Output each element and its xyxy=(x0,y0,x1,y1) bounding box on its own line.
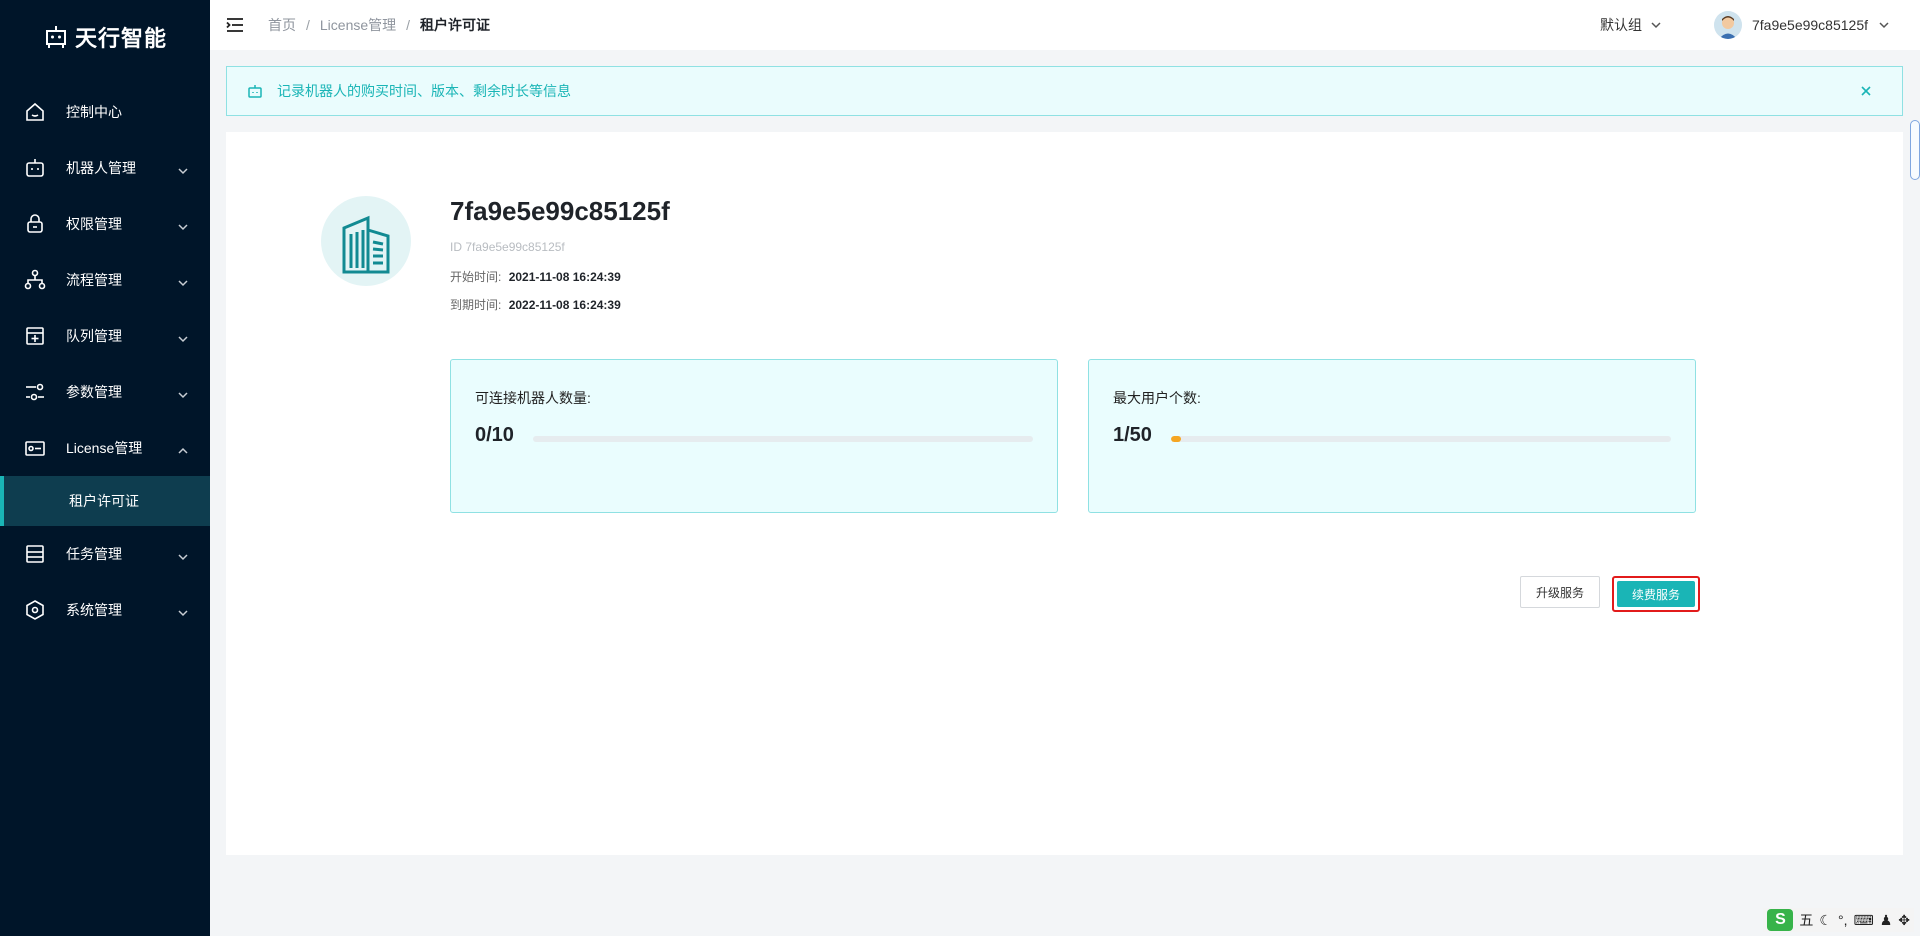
sidebar-item-robots[interactable]: 机器人管理 xyxy=(0,140,210,196)
robot-icon xyxy=(24,157,46,179)
sidebar-item-tasks[interactable]: 任务管理 xyxy=(0,526,210,582)
sidebar-item-label: 权限管理 xyxy=(66,216,122,232)
ime-toolbar: S 五 ☾ °, ⌨ ♟ ✥ xyxy=(1763,908,1914,932)
group-select[interactable]: 默认组 xyxy=(1600,15,1662,35)
start-time-label: 开始时间: xyxy=(450,270,502,284)
upgrade-button[interactable]: 升级服务 xyxy=(1520,576,1600,608)
alert-text: 记录机器人的购买时间、版本、剩余时长等信息 xyxy=(277,83,571,99)
header-right: 默认组 7fa9e5e99c85125f xyxy=(1600,0,1890,50)
home-icon xyxy=(24,101,46,123)
avatar xyxy=(1714,11,1742,39)
keyboard-icon[interactable]: ⌨ xyxy=(1853,912,1873,929)
sidebar: 天行智能 控制中心 机器人管理 权限管理 流程管理 队列管理 参数管理 Lice… xyxy=(0,0,210,936)
group-select-value: 默认组 xyxy=(1600,17,1642,33)
sidebar-item-control-center[interactable]: 控制中心 xyxy=(0,84,210,140)
info-alert: 记录机器人的购买时间、版本、剩余时长等信息 xyxy=(226,66,1903,116)
grid-icon[interactable]: ✥ xyxy=(1898,912,1910,929)
chevron-down-icon xyxy=(178,605,188,617)
username: 7fa9e5e99c85125f xyxy=(1752,17,1868,33)
breadcrumb-current: 租户许可证 xyxy=(420,17,491,33)
sidebar-item-label: 流程管理 xyxy=(66,272,122,288)
chevron-down-icon xyxy=(1651,22,1661,29)
robot-count-card: 可连接机器人数量: 0/10 xyxy=(450,359,1058,513)
chevron-down-icon xyxy=(178,549,188,561)
user-count-label: 最大用户个数: xyxy=(1113,390,1201,406)
renew-highlight-frame: 续费服务 xyxy=(1612,576,1700,612)
ime-logo-icon[interactable]: S xyxy=(1767,909,1794,931)
chevron-down-icon xyxy=(1879,22,1889,29)
user-count-card: 最大用户个数: 1/50 xyxy=(1088,359,1696,513)
menu-fold-icon[interactable] xyxy=(226,16,244,34)
robot-count-value: 0/10 xyxy=(475,424,514,446)
ime-mode[interactable]: 五 xyxy=(1799,910,1813,930)
flow-icon xyxy=(24,269,46,291)
tenant-id: ID 7fa9e5e99c85125f xyxy=(450,240,565,254)
sidebar-item-label: 队列管理 xyxy=(66,328,122,344)
robot-count-progress xyxy=(533,436,1033,442)
sliders-icon xyxy=(24,381,46,403)
sidebar-item-label: 机器人管理 xyxy=(66,160,136,176)
robot-logo-icon xyxy=(45,26,66,48)
license-card: 7fa9e5e99c85125f ID 7fa9e5e99c85125f 开始时… xyxy=(226,132,1903,855)
start-time-row: 开始时间: 2021-11-08 16:24:39 xyxy=(450,268,621,285)
lock-icon xyxy=(24,213,46,235)
license-icon xyxy=(24,437,46,459)
scrollbar[interactable] xyxy=(1910,120,1920,180)
chevron-down-icon xyxy=(178,163,188,175)
building-icon xyxy=(321,196,411,286)
breadcrumb: 首页 / License管理 / 租户许可证 xyxy=(268,15,490,35)
chevron-down-icon xyxy=(178,331,188,343)
punctuation-icon[interactable]: °, xyxy=(1838,912,1848,928)
sidebar-item-label: 参数管理 xyxy=(66,384,122,400)
chevron-down-icon xyxy=(178,275,188,287)
brand-name: 天行智能 xyxy=(74,27,167,52)
breadcrumb-license[interactable]: License管理 xyxy=(320,15,396,35)
sidebar-item-flows[interactable]: 流程管理 xyxy=(0,252,210,308)
progress-fill xyxy=(1171,436,1181,442)
start-time-value: 2021-11-08 16:24:39 xyxy=(508,270,621,284)
end-time-label: 到期时间: xyxy=(450,298,502,312)
renew-button[interactable]: 续费服务 xyxy=(1617,581,1695,607)
sidebar-item-permissions[interactable]: 权限管理 xyxy=(0,196,210,252)
breadcrumb-separator: / xyxy=(306,17,310,33)
sidebar-item-label: License管理 xyxy=(66,440,143,456)
sidebar-subitem-tenant-license[interactable]: 租户许可证 xyxy=(0,476,210,526)
end-time-value: 2022-11-08 16:24:39 xyxy=(508,298,621,312)
user-icon[interactable]: ♟ xyxy=(1880,912,1893,929)
sidebar-item-params[interactable]: 参数管理 xyxy=(0,364,210,420)
queue-icon xyxy=(24,325,46,347)
sidebar-item-system[interactable]: 系统管理 xyxy=(0,582,210,638)
sidebar-item-license[interactable]: License管理 xyxy=(0,420,210,476)
sidebar-subitem-label: 租户许可证 xyxy=(69,493,139,509)
sidebar-item-label: 系统管理 xyxy=(66,602,122,618)
moon-icon[interactable]: ☾ xyxy=(1819,912,1832,929)
tenant-name: 7fa9e5e99c85125f xyxy=(450,196,670,226)
task-icon xyxy=(24,543,46,565)
top-header: 首页 / License管理 / 租户许可证 默认组 7fa9e5e99c851… xyxy=(210,0,1920,50)
sidebar-menu: 控制中心 机器人管理 权限管理 流程管理 队列管理 参数管理 License管理… xyxy=(0,84,210,638)
end-time-row: 到期时间: 2022-11-08 16:24:39 xyxy=(450,296,621,313)
robot-icon xyxy=(247,83,263,99)
sidebar-item-label: 控制中心 xyxy=(66,104,122,120)
chevron-down-icon xyxy=(178,219,188,231)
chevron-down-icon xyxy=(178,387,188,399)
brand-logo[interactable]: 天行智能 xyxy=(0,0,210,74)
settings-icon xyxy=(24,599,46,621)
close-icon[interactable] xyxy=(1858,83,1874,99)
breadcrumb-home[interactable]: 首页 xyxy=(268,15,296,35)
breadcrumb-separator: / xyxy=(406,17,411,33)
chevron-up-icon xyxy=(178,443,188,454)
sidebar-item-label: 任务管理 xyxy=(66,546,122,562)
user-menu[interactable]: 7fa9e5e99c85125f xyxy=(1714,11,1890,39)
user-count-progress xyxy=(1171,436,1671,442)
sidebar-item-queues[interactable]: 队列管理 xyxy=(0,308,210,364)
robot-count-label: 可连接机器人数量: xyxy=(475,390,591,406)
user-count-value: 1/50 xyxy=(1113,424,1152,446)
